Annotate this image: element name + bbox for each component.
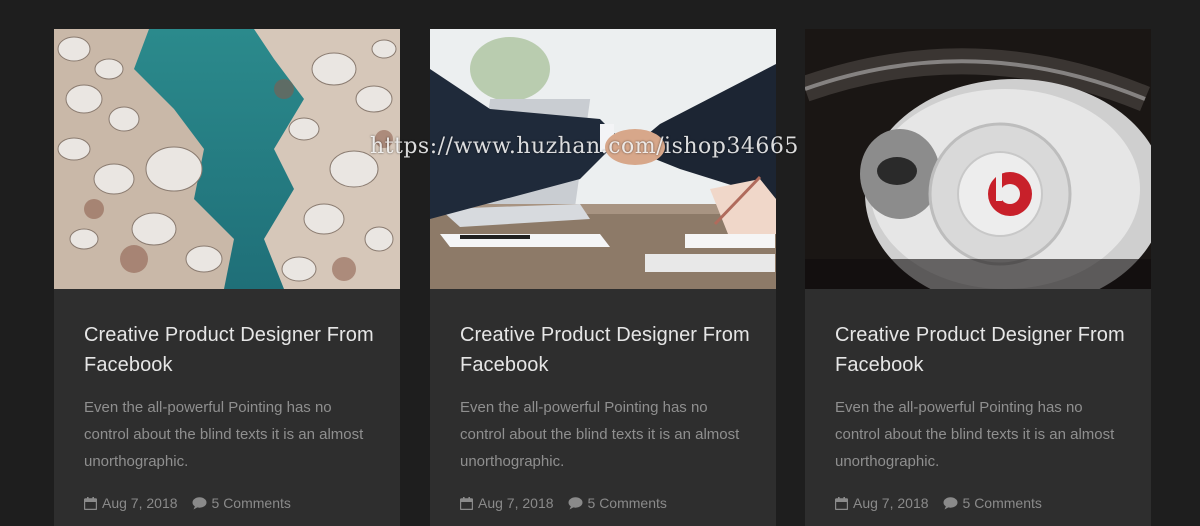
post-title[interactable]: Creative Product Designer From Facebook [84,320,374,380]
post-comments-text: 5 Comments [211,495,291,511]
card-body: Creative Product Designer From Facebook … [835,320,1125,475]
aerial-rocks-illustration [54,29,400,289]
post-title[interactable]: Creative Product Designer From Facebook [835,320,1125,380]
post-meta: Aug 7, 2018 5 Comments [835,495,1056,511]
post-comments[interactable]: 5 Comments [568,495,667,511]
post-excerpt: Even the all-powerful Pointing has no co… [460,399,740,470]
post-image-aerial-rocky-coast[interactable] [54,29,400,289]
post-meta: Aug 7, 2018 5 Comments [84,495,305,511]
post-excerpt: Even the all-powerful Pointing has no co… [835,399,1115,470]
post-date[interactable]: Aug 7, 2018 [835,495,929,511]
blog-card[interactable]: Creative Product Designer From Facebook … [805,29,1151,526]
calendar-icon [460,496,473,510]
comment-bubble-icon [192,496,207,509]
calendar-icon [835,496,848,510]
post-image-business-handshake[interactable] [430,29,776,289]
post-excerpt: Even the all-powerful Pointing has no co… [84,399,364,470]
card-body: Creative Product Designer From Facebook … [84,320,374,475]
post-meta: Aug 7, 2018 5 Comments [460,495,681,511]
card-body: Creative Product Designer From Facebook … [460,320,750,475]
post-date-text: Aug 7, 2018 [853,495,929,511]
post-date[interactable]: Aug 7, 2018 [460,495,554,511]
post-image-headphones[interactable] [805,29,1151,289]
post-date[interactable]: Aug 7, 2018 [84,495,178,511]
post-title[interactable]: Creative Product Designer From Facebook [460,320,750,380]
blog-card[interactable]: Creative Product Designer From Facebook … [54,29,400,526]
post-comments[interactable]: 5 Comments [192,495,291,511]
comment-bubble-icon [943,496,958,509]
post-date-text: Aug 7, 2018 [478,495,554,511]
post-comments[interactable]: 5 Comments [943,495,1042,511]
post-comments-text: 5 Comments [962,495,1042,511]
blog-grid: Creative Product Designer From Facebook … [54,29,1151,526]
post-date-text: Aug 7, 2018 [102,495,178,511]
post-comments-text: 5 Comments [587,495,667,511]
calendar-icon [84,496,97,510]
comment-bubble-icon [568,496,583,509]
handshake-illustration [430,29,776,289]
headphones-illustration [805,29,1151,289]
blog-card[interactable]: Creative Product Designer From Facebook … [430,29,776,526]
